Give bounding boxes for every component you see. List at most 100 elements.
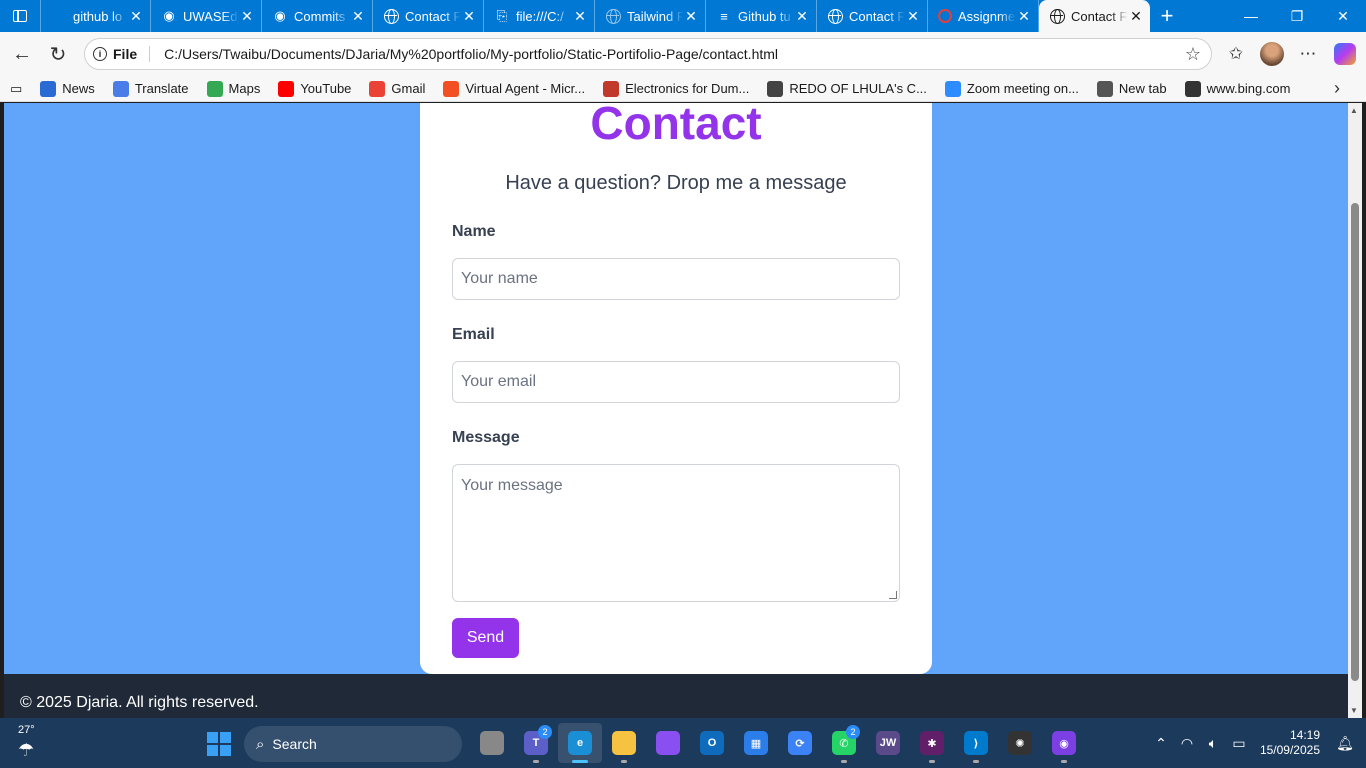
- notification-badge: 2: [846, 725, 860, 739]
- scroll-down-icon[interactable]: ▼: [1350, 706, 1358, 715]
- tab-close-icon[interactable]: ✕: [1016, 8, 1032, 25]
- taskbar-app-chatgpt[interactable]: ✺: [998, 723, 1042, 763]
- favorite-item[interactable]: News: [36, 76, 99, 102]
- address-bar[interactable]: i File C:/Users/Twaibu/Documents/DJaria/…: [84, 38, 1212, 70]
- email-placeholder: Your email: [461, 373, 537, 390]
- taskbar-app-edge[interactable]: e: [558, 723, 602, 763]
- favorite-label: Gmail: [391, 81, 426, 96]
- message-textarea[interactable]: Your message: [452, 464, 900, 602]
- url-text[interactable]: C:/Users/Twaibu/Documents/DJaria/My%20po…: [164, 46, 1185, 62]
- tab-3[interactable]: ◉ Commits ✕: [262, 0, 373, 32]
- tab-close-icon[interactable]: ✕: [1128, 8, 1144, 25]
- close-window-button[interactable]: ✕: [1320, 0, 1366, 32]
- chevron-right-icon[interactable]: ›: [1334, 78, 1340, 99]
- scrollbar-thumb[interactable]: [1351, 203, 1359, 681]
- tab-4[interactable]: Contact F ✕: [373, 0, 484, 32]
- taskbar-app-github-desktop[interactable]: ◉: [1042, 723, 1086, 763]
- tab-2[interactable]: ◉ UWASEdj ✕: [151, 0, 262, 32]
- favorite-star-icon[interactable]: ☆: [1185, 44, 1201, 65]
- search-placeholder: Search: [272, 736, 317, 752]
- scroll-up-icon[interactable]: ▲: [1350, 106, 1358, 115]
- chevron-up-icon[interactable]: ⌃: [1148, 735, 1174, 752]
- taskbar-app-sync-app[interactable]: ⟳: [778, 723, 822, 763]
- taskbar-app-copilot[interactable]: [646, 723, 690, 763]
- tab-close-icon[interactable]: ✕: [239, 8, 255, 25]
- tab-close-icon[interactable]: ✕: [350, 8, 366, 25]
- favorite-item[interactable]: Zoom meeting on...: [941, 76, 1083, 102]
- tab-close-icon[interactable]: ✕: [905, 8, 921, 25]
- tab-1[interactable]: github lo ✕: [40, 0, 151, 32]
- tab-actions-icon: [13, 10, 27, 22]
- favorite-icon: [369, 80, 386, 97]
- favorite-icon: [443, 80, 460, 97]
- name-field[interactable]: Your name: [452, 258, 900, 300]
- favorite-item[interactable]: New tab: [1093, 76, 1171, 102]
- restore-button[interactable]: ❐: [1274, 0, 1320, 32]
- taskbar-app-file-explorer[interactable]: [602, 723, 646, 763]
- email-label: Email: [452, 326, 495, 343]
- favorite-item[interactable]: Maps: [203, 76, 265, 102]
- taskbar-app-jw-library[interactable]: JW: [866, 723, 910, 763]
- start-button[interactable]: [207, 732, 231, 756]
- favorite-item[interactable]: YouTube: [274, 76, 355, 102]
- favorite-item[interactable]: REDO OF LHULA's C...: [763, 76, 931, 102]
- taskbar-app-task-view[interactable]: [470, 723, 514, 763]
- new-tab-button[interactable]: +: [1150, 0, 1184, 32]
- favorite-item[interactable]: Electronics for Dum...: [599, 76, 753, 102]
- tab-close-icon[interactable]: ✕: [461, 8, 477, 25]
- weather-widget[interactable]: 27° ☂: [18, 724, 35, 761]
- page-footer: © 2025 Djaria. All rights reserved.: [4, 674, 1348, 718]
- more-menu-icon[interactable]: ⋯: [1290, 36, 1326, 72]
- copilot-icon[interactable]: [1334, 43, 1356, 65]
- favorite-item[interactable]: www.bing.com: [1181, 76, 1295, 102]
- weather-temp: 27°: [18, 724, 35, 736]
- tab-6[interactable]: Tailwind F ✕: [595, 0, 706, 32]
- volume-icon[interactable]: 🔈︎: [1200, 735, 1226, 752]
- tab-close-icon[interactable]: ✕: [683, 8, 699, 25]
- tab-close-icon[interactable]: ✕: [128, 8, 144, 25]
- globe-faded-icon: [605, 8, 621, 24]
- notification-bell-icon[interactable]: 🔔︎: [1332, 735, 1358, 752]
- favorites-icon[interactable]: ✩: [1218, 36, 1254, 72]
- clock[interactable]: 14:19 15/09/2025: [1260, 728, 1320, 758]
- page-scrollbar[interactable]: ▲ ▼: [1348, 103, 1362, 718]
- globe-icon: [1049, 8, 1065, 24]
- collections-icon[interactable]: ▭: [0, 76, 36, 102]
- tab-label: Contact F: [849, 8, 905, 24]
- send-button[interactable]: Send: [452, 618, 519, 658]
- taskbar-app-outlook[interactable]: O: [690, 723, 734, 763]
- tab-actions-button[interactable]: [0, 0, 40, 32]
- minimize-button[interactable]: —: [1228, 0, 1274, 32]
- resize-handle-icon[interactable]: [889, 591, 897, 599]
- favorite-label: Electronics for Dum...: [625, 81, 750, 96]
- tab-close-icon[interactable]: ✕: [572, 8, 588, 25]
- email-field[interactable]: Your email: [452, 361, 900, 403]
- tab-8[interactable]: Contact F ✕: [817, 0, 928, 32]
- taskbar-app-slack[interactable]: ✱: [910, 723, 954, 763]
- tab-9[interactable]: Assignme ✕: [928, 0, 1039, 32]
- favorite-item[interactable]: Translate: [109, 76, 193, 102]
- notification-badge: 2: [538, 725, 552, 739]
- taskbar-app-teams[interactable]: T2: [514, 723, 558, 763]
- wifi-icon[interactable]: ◠: [1174, 735, 1200, 752]
- taskbar-app-whatsapp[interactable]: ✆ 2: [822, 723, 866, 763]
- refresh-button[interactable]: ↻: [40, 36, 76, 72]
- taskbar-search[interactable]: ⌕ Search: [244, 726, 462, 762]
- tab-strip: github lo ✕ ◉ UWASEdj ✕ ◉ Commits ✕ Contact F ✕ ⎘ f…: [0, 0, 1366, 32]
- tab-label: Tailwind F: [627, 8, 683, 24]
- github-desktop-icon: ◉: [1052, 731, 1076, 755]
- globe-icon: [827, 8, 843, 24]
- profile-avatar[interactable]: [1260, 42, 1284, 66]
- taskbar-app-store[interactable]: ▦: [734, 723, 778, 763]
- info-icon[interactable]: i: [93, 47, 107, 61]
- tab-5[interactable]: ⎘ file:///C:/ ✕: [484, 0, 595, 32]
- tab-10[interactable]: Contact F ✕: [1039, 0, 1150, 32]
- tab-close-icon[interactable]: ✕: [794, 8, 810, 25]
- taskbar-app-vscode[interactable]: ⟩: [954, 723, 998, 763]
- back-button[interactable]: ←: [4, 36, 40, 72]
- favorite-item[interactable]: Virtual Agent - Micr...: [439, 76, 589, 102]
- battery-icon[interactable]: ▭: [1226, 735, 1252, 752]
- tab-7[interactable]: ≡ Github tu ✕: [706, 0, 817, 32]
- favorite-item[interactable]: Gmail: [365, 76, 429, 102]
- running-indicator: [1061, 760, 1067, 763]
